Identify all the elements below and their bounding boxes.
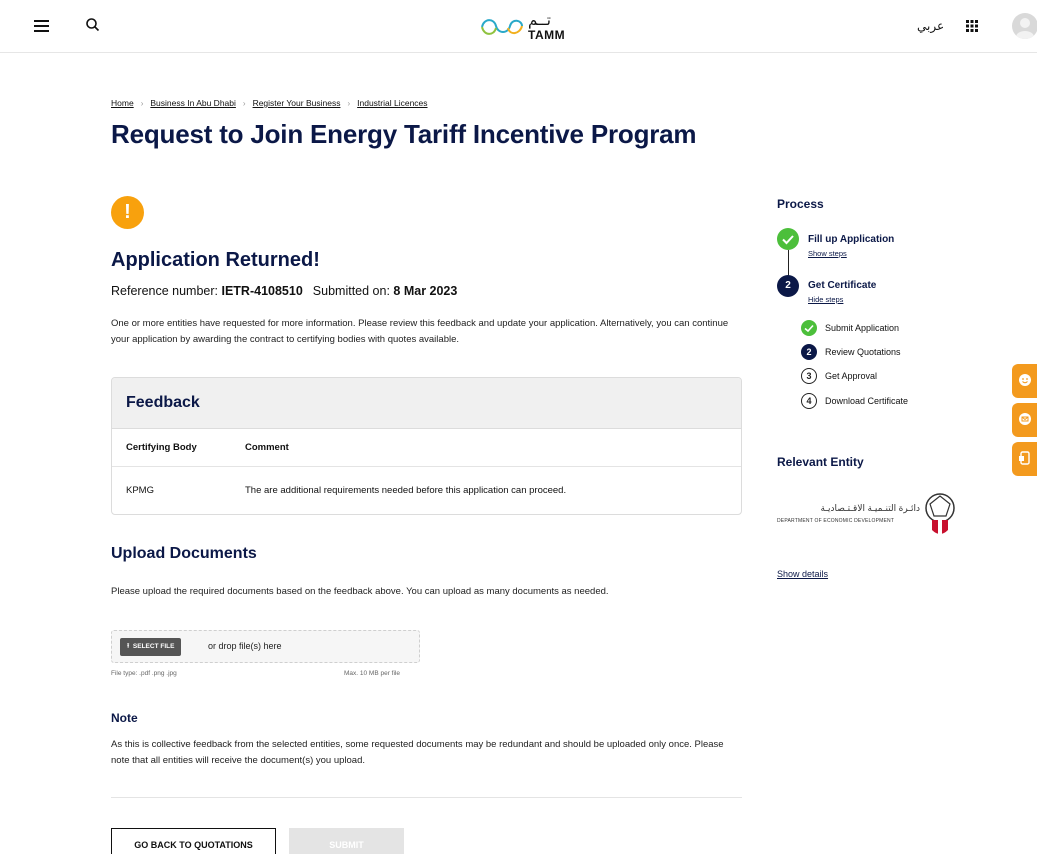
substep-number-badge: 3: [801, 368, 817, 384]
divider: [111, 797, 742, 798]
phone-icon: [1019, 451, 1030, 465]
smiley-icon: [1019, 374, 1031, 386]
breadcrumb: Home › Business In Abu Dhabi › Register …: [111, 98, 428, 108]
drop-text: or drop file(s) here: [208, 641, 282, 651]
file-type-hint: File type: .pdf .png .jpg: [111, 670, 177, 677]
select-file-label: SELECT FILE: [132, 643, 175, 650]
step-label-get-certificate: Get Certificate: [808, 280, 877, 291]
entity-name-arabic: دائـرة التنـميـة الاقـتـصاديـة: [820, 503, 920, 513]
avatar[interactable]: [1012, 13, 1037, 39]
reference-line: Reference number: IETR-4108510 Submitted …: [111, 284, 457, 298]
upload-title: Upload Documents: [111, 545, 257, 562]
page-title: Request to Join Energy Tariff Incentive …: [111, 119, 697, 149]
search-icon[interactable]: [84, 16, 102, 34]
chevron-right-icon: ›: [140, 98, 144, 108]
comment-cell: The are additional requirements needed b…: [245, 485, 567, 496]
reference-label: Reference number:: [111, 284, 222, 298]
note-text: As this is collective feedback from the …: [111, 739, 724, 766]
logo-arabic-text: تــم: [528, 12, 551, 29]
substep-number-badge: 2: [801, 344, 817, 360]
upload-description: Please upload the required documents bas…: [111, 586, 609, 597]
breadcrumb-home[interactable]: Home: [111, 98, 134, 108]
select-file-button[interactable]: ⭱ SELECT FILE: [120, 638, 182, 656]
hamburger-menu-icon[interactable]: [34, 20, 49, 32]
substep-done-check-icon: [801, 320, 817, 336]
submit-button[interactable]: SUBMIT: [289, 828, 404, 854]
breadcrumb-register[interactable]: Register Your Business: [253, 98, 341, 108]
feedback-title: Feedback: [112, 378, 741, 429]
go-back-to-quotations-button[interactable]: GO BACK TO QUOTATIONS: [111, 828, 276, 854]
breadcrumb-industrial[interactable]: Industrial Licences: [357, 98, 427, 108]
status-description: One or more entities have requested for …: [111, 318, 729, 345]
hide-steps-link[interactable]: Hide steps: [808, 295, 843, 304]
upload-icon: ⭱: [127, 643, 130, 650]
column-header-certifying-body: Certifying Body: [126, 442, 197, 453]
top-bar: تــم TAMM عربي: [0, 0, 1037, 53]
abu-dhabi-emblem-icon: [925, 493, 955, 534]
chevron-right-icon: ›: [242, 98, 246, 108]
table-header-row: Certifying Body Comment: [112, 429, 741, 467]
warning-icon: !: [111, 196, 144, 229]
logo-text: TAMM: [528, 28, 566, 42]
user-icon: [1016, 18, 1034, 39]
process-title: Process: [777, 197, 824, 211]
substep-number-badge: 4: [801, 393, 817, 409]
show-details-link[interactable]: Show details: [777, 569, 828, 579]
step-done-check-icon: [777, 228, 799, 250]
reference-number: IETR-4108510: [221, 284, 303, 298]
contact-mail-tab[interactable]: [1012, 403, 1037, 437]
status-title: Application Returned!: [111, 249, 320, 271]
step-number-badge: 2: [777, 275, 799, 297]
max-size-hint: Max. 10 MB per file: [344, 670, 400, 677]
entity-name-english: DEPARTMENT OF ECONOMIC DEVELOPMENT: [777, 518, 895, 524]
chevron-right-icon: ›: [347, 98, 351, 108]
language-switch[interactable]: عربي: [917, 19, 944, 33]
show-steps-link[interactable]: Show steps: [808, 249, 847, 258]
submitted-date: 8 Mar 2023: [393, 284, 458, 298]
submitted-label: Submitted on:: [312, 284, 394, 298]
substep-submit-application: Submit Application: [825, 323, 900, 333]
mail-icon: [1019, 413, 1031, 425]
breadcrumb-business[interactable]: Business In Abu Dhabi: [150, 98, 236, 108]
feedback-panel: Feedback Certifying Body Comment KPMG Th…: [111, 377, 742, 515]
mobile-app-tab[interactable]: [1012, 442, 1037, 476]
feedback-smiley-tab[interactable]: [1012, 364, 1037, 398]
apps-grid-icon[interactable]: [966, 20, 978, 32]
substep-review-quotations: Review Quotations: [825, 347, 901, 357]
substep-download-certificate: Download Certificate: [825, 396, 909, 406]
certifying-body-cell: KPMG: [126, 485, 154, 496]
step-label-fill-up-application: Fill up Application: [808, 234, 895, 245]
substep-get-approval: Get Approval: [825, 371, 878, 381]
relevant-entity-title: Relevant Entity: [777, 455, 864, 469]
column-header-comment: Comment: [245, 442, 289, 453]
table-row: KPMG The are additional requirements nee…: [112, 467, 741, 514]
file-dropzone[interactable]: ⭱ SELECT FILE or drop file(s) here: [111, 630, 420, 663]
note-title: Note: [111, 711, 138, 725]
